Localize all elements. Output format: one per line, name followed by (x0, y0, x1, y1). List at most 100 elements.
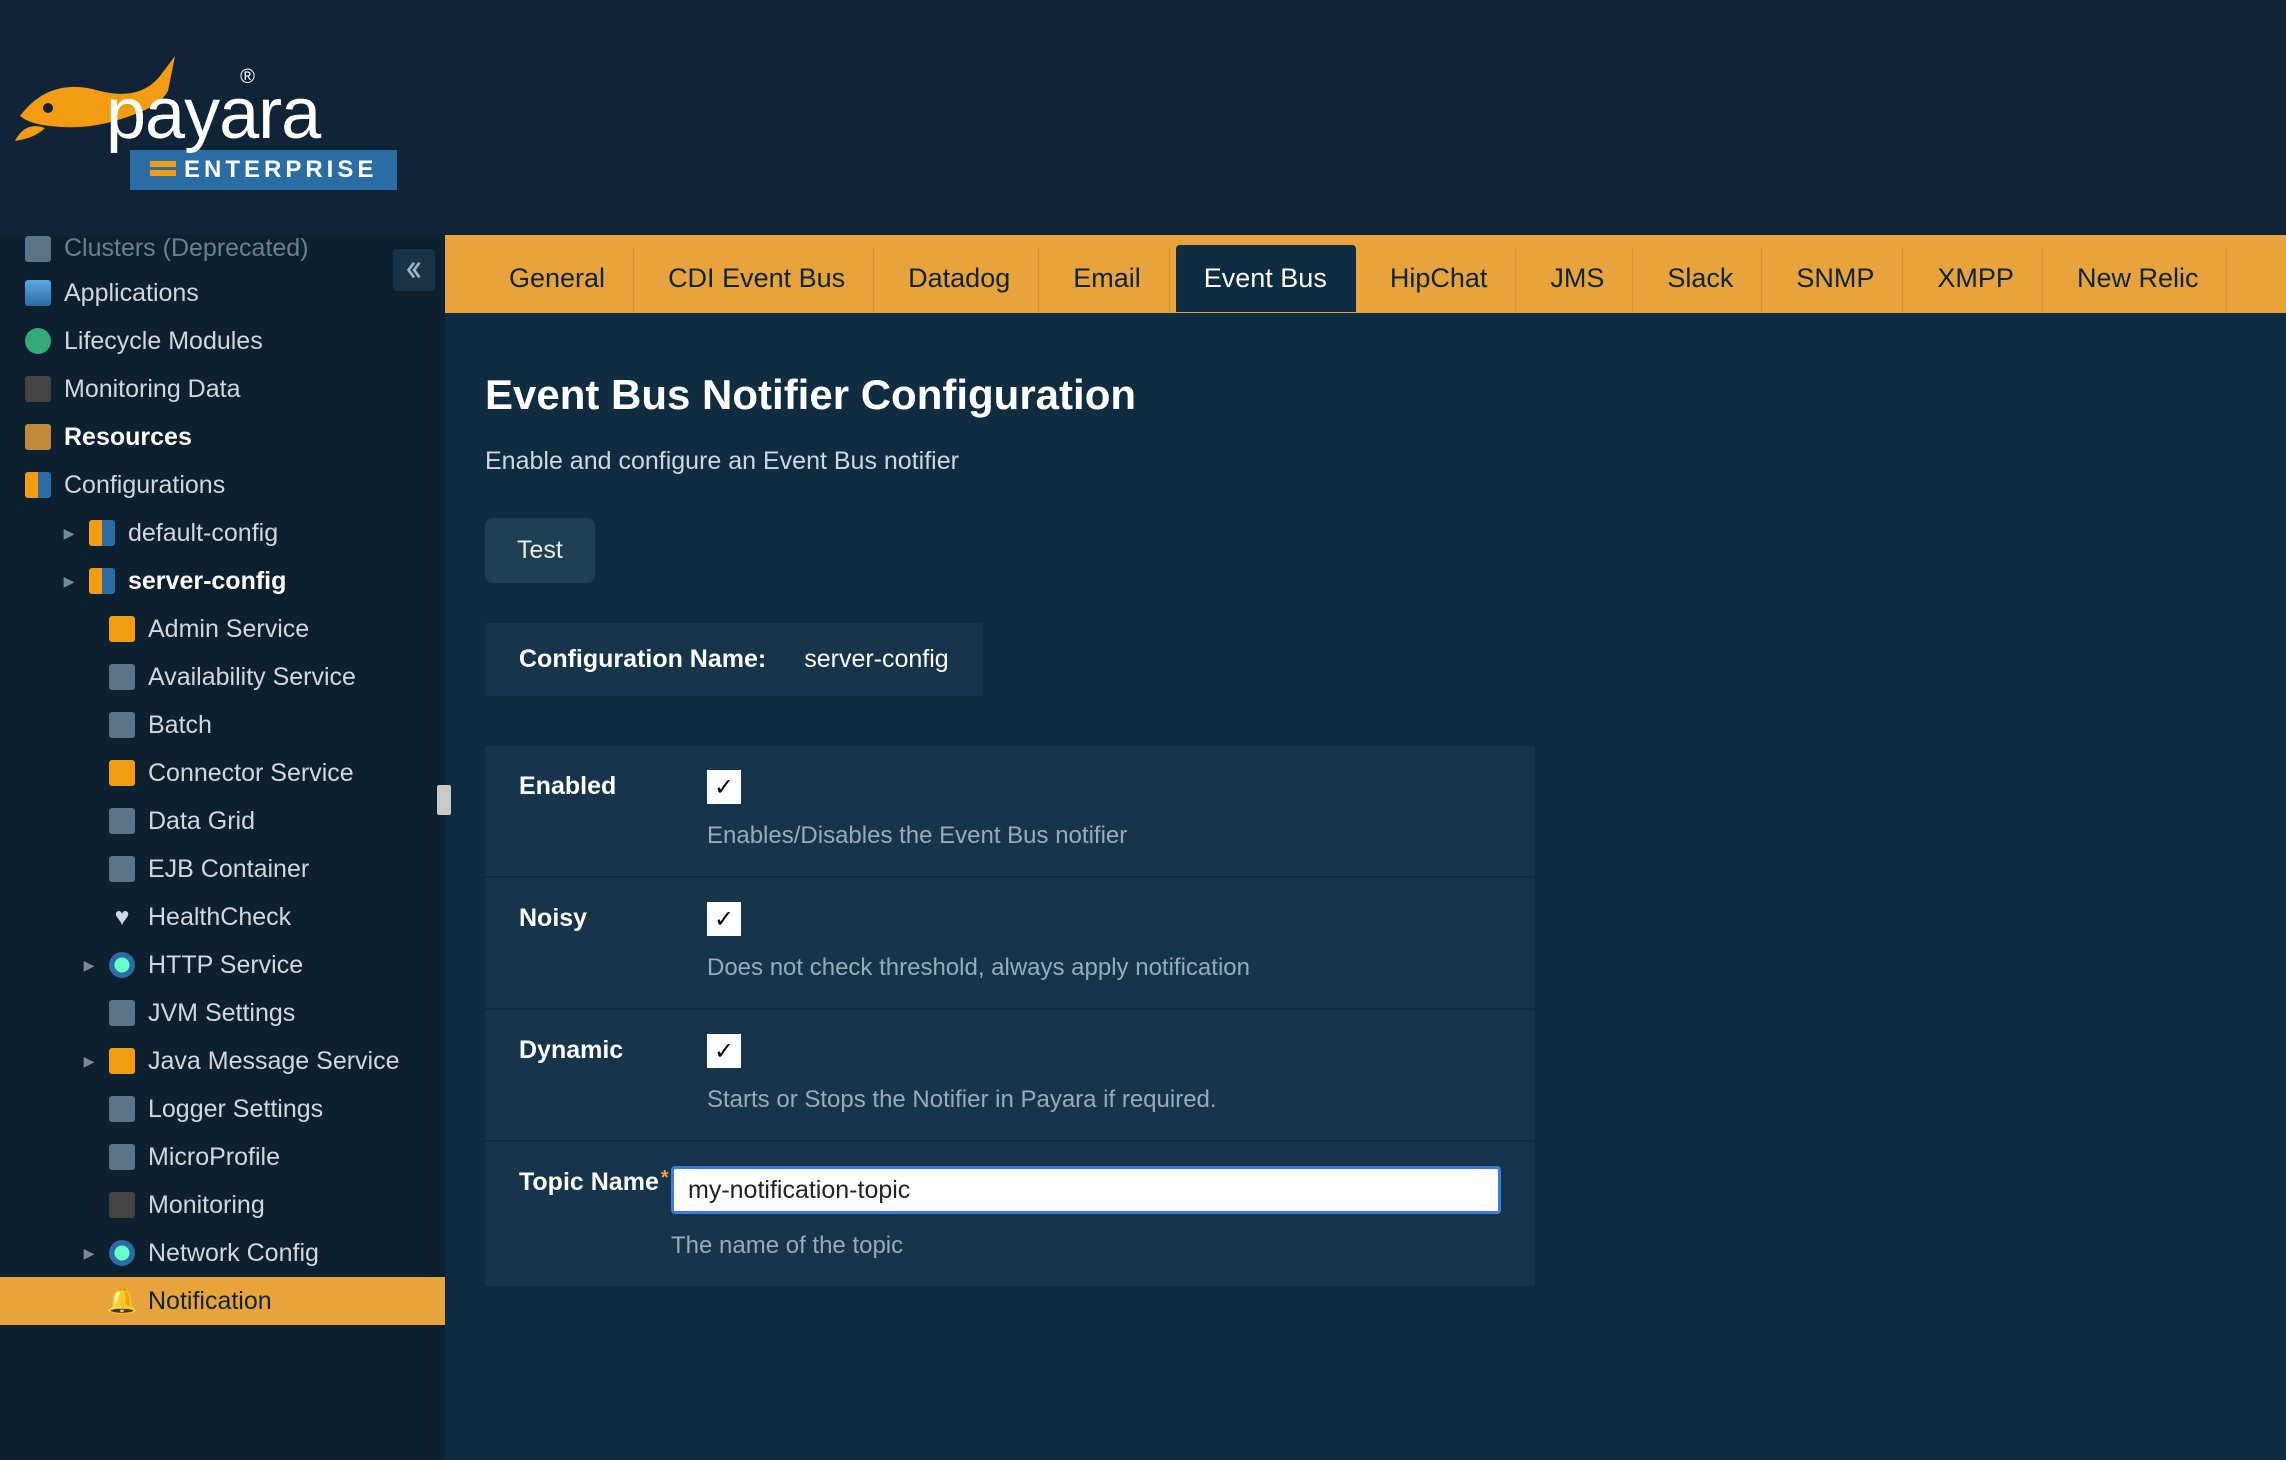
monitor-icon (24, 375, 52, 403)
topic-label: Topic Name* (519, 1166, 671, 1260)
sidebar-item-microprofile[interactable]: MicroProfile (0, 1133, 445, 1181)
sidebar-item-label: Logger Settings (148, 1095, 445, 1124)
registered-mark: ® (240, 66, 255, 89)
enterprise-lines-icon (150, 161, 176, 179)
config-name-value: server-config (804, 645, 949, 674)
tree-caret-icon: ▶ (82, 957, 96, 974)
sidebar-item-java-message-service[interactable]: ▶Java Message Service (0, 1037, 445, 1085)
batch-icon (108, 711, 136, 739)
test-button[interactable]: Test (485, 518, 595, 583)
sidebar-item-label: HTTP Service (148, 951, 445, 980)
sidebar-item-label: Monitoring (148, 1191, 445, 1220)
resources-icon (24, 423, 52, 451)
sidebar-item-label: Availability Service (148, 663, 445, 692)
sidebar-item-lifecycle-modules[interactable]: Lifecycle Modules (0, 317, 445, 365)
sidebar-item-resources[interactable]: Resources (0, 413, 445, 461)
form-row-topic: Topic Name* The name of the topic (485, 1142, 1535, 1286)
ejb-icon (108, 855, 136, 883)
enabled-label: Enabled (519, 770, 707, 850)
sidebar-item-configurations[interactable]: Configurations (0, 461, 445, 509)
sidebar-item-jvm-settings[interactable]: JVM Settings (0, 989, 445, 1037)
sidebar-item-data-grid[interactable]: Data Grid (0, 797, 445, 845)
config-name-label: Configuration Name: (519, 645, 766, 674)
brand-name: payara (106, 73, 320, 155)
heart-icon: ♥ (108, 903, 136, 931)
tab-xmpp[interactable]: XMPP (1909, 245, 2043, 312)
sidebar-item-label: HealthCheck (148, 903, 445, 932)
sidebar-item-default-config[interactable]: ▶ default-config (0, 509, 445, 557)
connector-icon (108, 759, 136, 787)
service-icon (108, 615, 136, 643)
sidebar-item-label: Data Grid (148, 807, 445, 836)
microprofile-icon (108, 1143, 136, 1171)
tab-general[interactable]: General (481, 245, 634, 312)
sidebar-item-healthcheck[interactable]: ♥ HealthCheck (0, 893, 445, 941)
configuration-name-row: Configuration Name: server-config (485, 623, 983, 696)
enabled-checkbox[interactable]: ✓ (707, 770, 741, 804)
applications-icon (24, 279, 52, 307)
tab-cdi-event-bus[interactable]: CDI Event Bus (640, 245, 874, 312)
sidebar-collapse-button[interactable] (393, 249, 435, 291)
sidebar-item-monitoring[interactable]: Monitoring (0, 1181, 445, 1229)
edition-label: ENTERPRISE (184, 156, 377, 184)
sidebar-item-server-config[interactable]: ▶ server-config (0, 557, 445, 605)
main-panel: GeneralCDI Event BusDatadogEmailEvent Bu… (445, 235, 2286, 1460)
tree-caret-icon: ▶ (82, 1245, 96, 1262)
tab-slack[interactable]: Slack (1639, 245, 1762, 312)
jms-icon (108, 1047, 136, 1075)
sidebar-item-batch[interactable]: Batch (0, 701, 445, 749)
splitter-handle[interactable] (437, 785, 451, 815)
sidebar-item-label: Configurations (64, 471, 445, 500)
sidebar-item-connector-service[interactable]: Connector Service (0, 749, 445, 797)
enterprise-badge: ENTERPRISE (130, 150, 397, 190)
sidebar-item-notification[interactable]: 🔔Notification (0, 1277, 445, 1325)
sidebar-item-label: Batch (148, 711, 445, 740)
globe-icon (108, 1239, 136, 1267)
dynamic-help: Starts or Stops the Notifier in Payara i… (707, 1086, 1501, 1114)
sidebar-item-ejb-container[interactable]: EJB Container (0, 845, 445, 893)
sidebar-item-label: JVM Settings (148, 999, 445, 1028)
sidebar-item-monitoring-data[interactable]: Monitoring Data (0, 365, 445, 413)
config-icon (24, 471, 52, 499)
sidebar: Clusters (Deprecated) Applications Lifecyc… (0, 235, 445, 1460)
tree-caret-icon: ▶ (62, 525, 76, 542)
tab-datadog[interactable]: Datadog (880, 245, 1039, 312)
nav-tree: Clusters (Deprecated) Applications Lifecyc… (0, 235, 445, 1325)
sidebar-item-label: Clusters (Deprecated) (64, 235, 445, 263)
dynamic-checkbox[interactable]: ✓ (707, 1034, 741, 1068)
sidebar-item-admin-service[interactable]: Admin Service (0, 605, 445, 653)
sidebar-item-network-config[interactable]: ▶Network Config (0, 1229, 445, 1277)
sidebar-item-clusters-deprecated-[interactable]: Clusters (Deprecated) (0, 237, 445, 269)
topic-help: The name of the topic (671, 1232, 1501, 1260)
config-item-icon (88, 519, 116, 547)
jvm-icon (108, 999, 136, 1027)
noisy-checkbox[interactable]: ✓ (707, 902, 741, 936)
tree-caret-icon: ▶ (62, 573, 76, 590)
sidebar-item-logger-settings[interactable]: Logger Settings (0, 1085, 445, 1133)
noisy-label: Noisy (519, 902, 707, 982)
sidebar-item-label: Lifecycle Modules (64, 327, 445, 356)
tab-jms[interactable]: JMS (1522, 245, 1633, 312)
config-item-icon (88, 567, 116, 595)
topic-name-input[interactable] (671, 1166, 1501, 1214)
cluster-icon (24, 235, 52, 263)
tab-hipchat[interactable]: HipChat (1362, 245, 1517, 312)
lifecycle-icon (24, 327, 52, 355)
sidebar-item-label: default-config (128, 519, 445, 548)
tab-email[interactable]: Email (1045, 245, 1170, 312)
form-row-noisy: Noisy ✓ Does not check threshold, always… (485, 878, 1535, 1010)
sidebar-item-applications[interactable]: Applications (0, 269, 445, 317)
logger-icon (108, 1095, 136, 1123)
dynamic-label: Dynamic (519, 1034, 707, 1114)
sidebar-item-availability-service[interactable]: Availability Service (0, 653, 445, 701)
sidebar-item-label: Resources (64, 423, 445, 452)
enabled-help: Enables/Disables the Event Bus notifier (707, 822, 1501, 850)
tab-new-relic[interactable]: New Relic (2049, 245, 2228, 312)
sidebar-item-label: Applications (64, 279, 445, 308)
sidebar-item-label: Monitoring Data (64, 375, 445, 404)
tab-event-bus[interactable]: Event Bus (1176, 245, 1356, 312)
tab-snmp[interactable]: SNMP (1768, 245, 1903, 312)
sidebar-item-label: server-config (128, 567, 445, 596)
sidebar-item-http-service[interactable]: ▶ HTTP Service (0, 941, 445, 989)
tab-bar: GeneralCDI Event BusDatadogEmailEvent Bu… (445, 235, 2286, 313)
